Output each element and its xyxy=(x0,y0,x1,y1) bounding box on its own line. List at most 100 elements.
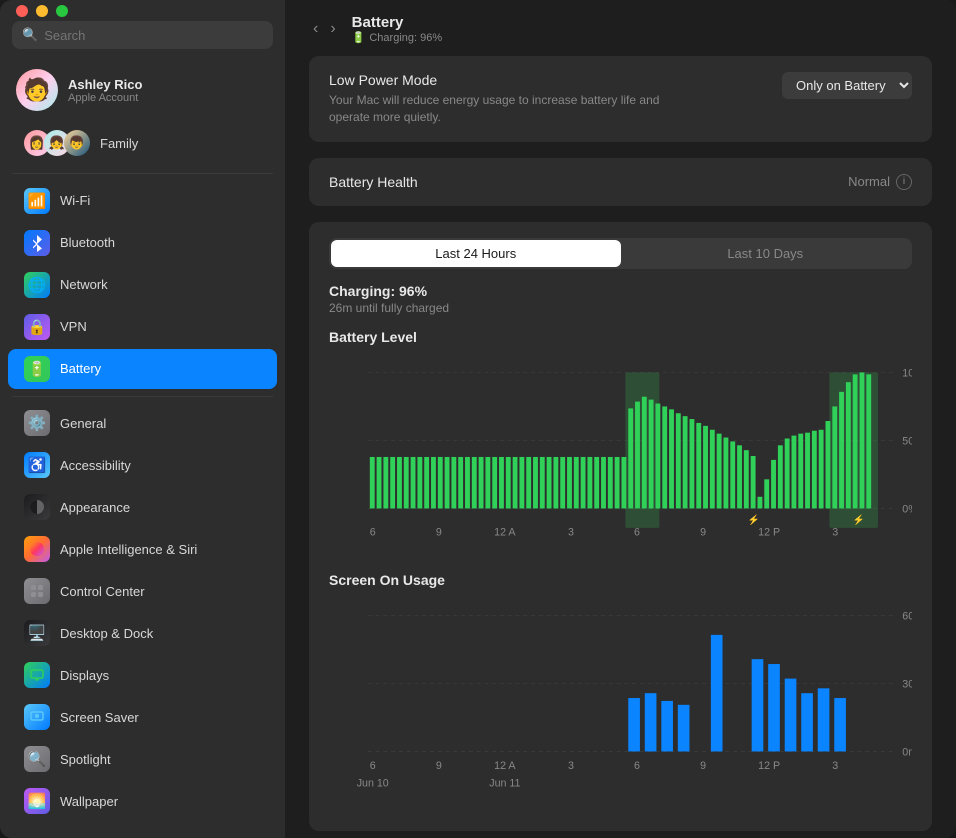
search-icon: 🔍 xyxy=(22,27,38,43)
svg-text:0m: 0m xyxy=(902,746,912,758)
sidebar-item-label: Apple Intelligence & Siri xyxy=(60,542,197,557)
search-input[interactable] xyxy=(44,28,263,43)
sidebar-item-label: Desktop & Dock xyxy=(60,626,153,641)
bluetooth-icon xyxy=(24,230,50,256)
low-power-card: Low Power Mode Your Mac will reduce ener… xyxy=(309,56,932,142)
sidebar-item-bluetooth[interactable]: Bluetooth xyxy=(8,223,277,263)
general-icon: ⚙️ xyxy=(24,410,50,436)
sidebar-item-battery[interactable]: 🔋 Battery xyxy=(8,349,277,389)
svg-text:9: 9 xyxy=(700,760,706,772)
sidebar: 🔍 🧑 Ashley Rico Apple Account 👩 👧 👦 Fami… xyxy=(0,0,285,838)
sidebar-item-screen-saver[interactable]: Screen Saver xyxy=(8,697,277,737)
low-power-description: Your Mac will reduce energy usage to inc… xyxy=(329,92,669,126)
svg-text:6: 6 xyxy=(634,760,640,772)
maximize-button[interactable] xyxy=(56,5,68,17)
low-power-title: Low Power Mode xyxy=(329,72,669,88)
sidebar-item-label: General xyxy=(60,416,106,431)
close-button[interactable] xyxy=(16,5,28,17)
header-title-section: Battery 🔋 Charging: 96% xyxy=(352,14,442,44)
battery-health-card: Battery Health Normal i xyxy=(309,158,932,206)
screen-on-chart: 60m 30m 0m xyxy=(329,596,912,795)
forward-button[interactable]: › xyxy=(326,18,339,40)
appearance-icon xyxy=(24,494,50,520)
battery-level-chart: 100% 50% 0% xyxy=(329,353,912,552)
charging-icon: 🔋 xyxy=(352,31,366,44)
back-button[interactable]: ‹ xyxy=(309,18,322,40)
system-preferences-window: 🔍 🧑 Ashley Rico Apple Account 👩 👧 👦 Fami… xyxy=(0,0,956,838)
sidebar-item-family[interactable]: 👩 👧 👦 Family xyxy=(8,123,277,163)
user-subtitle: Apple Account xyxy=(68,92,142,104)
sidebar-item-network[interactable]: 🌐 Network xyxy=(8,265,277,305)
sidebar-item-label: VPN xyxy=(60,319,87,334)
svg-text:3: 3 xyxy=(568,526,574,538)
sidebar-item-label: Appearance xyxy=(60,500,130,515)
svg-text:6: 6 xyxy=(634,526,640,538)
page-title: Battery xyxy=(352,14,442,31)
svg-text:⚡: ⚡ xyxy=(748,514,760,526)
content-body: Low Power Mode Your Mac will reduce ener… xyxy=(285,56,956,838)
svg-text:6: 6 xyxy=(370,526,376,538)
svg-text:6: 6 xyxy=(370,760,376,772)
minimize-button[interactable] xyxy=(36,5,48,17)
sidebar-item-wallpaper[interactable]: 🌅 Wallpaper xyxy=(8,781,277,821)
sidebar-item-siri[interactable]: Apple Intelligence & Siri xyxy=(8,529,277,569)
svg-text:⚡: ⚡ xyxy=(853,514,865,526)
sidebar-item-desktop-dock[interactable]: 🖥️ Desktop & Dock xyxy=(8,613,277,653)
spotlight-icon: 🔍 xyxy=(24,746,50,772)
low-power-row: Low Power Mode Your Mac will reduce ener… xyxy=(329,72,912,126)
sidebar-item-displays[interactable]: Displays xyxy=(8,655,277,695)
main-content: ‹ › Battery 🔋 Charging: 96% Low Power Mo… xyxy=(285,0,956,838)
vpn-icon: 🔒 xyxy=(24,314,50,340)
svg-text:12 A: 12 A xyxy=(494,760,516,772)
tab-last-10-days[interactable]: Last 10 Days xyxy=(621,240,911,267)
content-header: ‹ › Battery 🔋 Charging: 96% xyxy=(285,0,956,56)
titlebar xyxy=(0,0,285,21)
user-section[interactable]: 🧑 Ashley Rico Apple Account xyxy=(0,61,285,119)
time-tabs: Last 24 Hours Last 10 Days xyxy=(329,238,912,269)
accessibility-icon: ♿ xyxy=(24,452,50,478)
sidebar-item-vpn[interactable]: 🔒 VPN xyxy=(8,307,277,347)
network-icon: 🌐 xyxy=(24,272,50,298)
tab-last-24-hours[interactable]: Last 24 Hours xyxy=(331,240,621,267)
charge-title: Charging: 96% xyxy=(329,283,912,299)
sidebar-item-control-center[interactable]: Control Center xyxy=(8,571,277,611)
sidebar-item-accessibility[interactable]: ♿ Accessibility xyxy=(8,445,277,485)
svg-text:3: 3 xyxy=(568,760,574,772)
svg-text:60m: 60m xyxy=(902,610,912,622)
svg-text:9: 9 xyxy=(436,760,442,772)
sidebar-item-label: Wallpaper xyxy=(60,794,118,809)
sidebar-item-label: Spotlight xyxy=(60,752,111,767)
sidebar-item-spotlight[interactable]: 🔍 Spotlight xyxy=(8,739,277,779)
screen-saver-icon xyxy=(24,704,50,730)
control-center-icon xyxy=(24,578,50,604)
svg-text:3: 3 xyxy=(832,526,838,538)
svg-text:12 A: 12 A xyxy=(494,526,516,538)
wallpaper-icon: 🌅 xyxy=(24,788,50,814)
page-subtitle: 🔋 Charging: 96% xyxy=(352,31,442,44)
svg-text:100%: 100% xyxy=(902,367,912,379)
svg-text:9: 9 xyxy=(700,526,706,538)
sidebar-item-label: Accessibility xyxy=(60,458,131,473)
charts-card: Last 24 Hours Last 10 Days Charging: 96%… xyxy=(309,222,932,832)
svg-text:30m: 30m xyxy=(902,678,912,690)
siri-icon xyxy=(24,536,50,562)
low-power-select[interactable]: Only on Battery Always Never xyxy=(782,72,912,99)
sidebar-item-label: Network xyxy=(60,277,108,292)
low-power-left: Low Power Mode Your Mac will reduce ener… xyxy=(329,72,669,126)
nav-buttons: ‹ › xyxy=(309,18,340,40)
sidebar-item-appearance[interactable]: Appearance xyxy=(8,487,277,527)
family-label: Family xyxy=(100,136,138,151)
charge-status: Charging: 96% 26m until fully charged xyxy=(329,283,912,315)
desktop-dock-icon: 🖥️ xyxy=(24,620,50,646)
sidebar-item-label: Displays xyxy=(60,668,109,683)
sidebar-item-general[interactable]: ⚙️ General xyxy=(8,403,277,443)
sidebar-item-wifi[interactable]: 📶 Wi-Fi xyxy=(8,181,277,221)
svg-text:9: 9 xyxy=(436,526,442,538)
family-avatar-3: 👦 xyxy=(64,130,90,156)
user-info: Ashley Rico Apple Account xyxy=(68,77,142,104)
search-bar[interactable]: 🔍 xyxy=(12,21,273,49)
info-button[interactable]: i xyxy=(896,174,912,190)
sidebar-item-label: Control Center xyxy=(60,584,145,599)
sidebar-item-label: Screen Saver xyxy=(60,710,139,725)
user-name: Ashley Rico xyxy=(68,77,142,92)
